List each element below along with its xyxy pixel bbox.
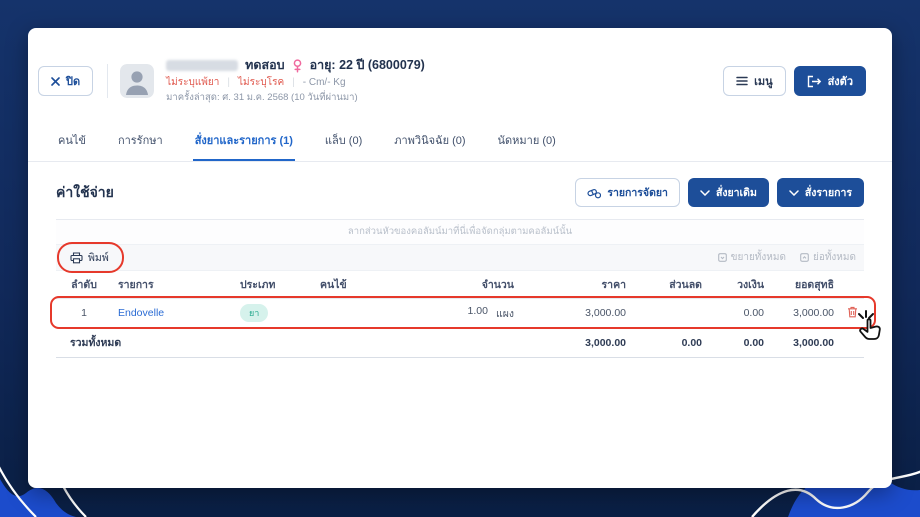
table-header-row: ลำดับ รายการ ประเภท คนไข้ จำนวน ราคา ส่ว… xyxy=(56,271,864,299)
type-badge: ยา xyxy=(240,304,269,322)
patient-name: ทดสอบ xyxy=(245,58,285,72)
cell-qty: 1.00 xyxy=(467,304,488,317)
person-icon xyxy=(120,64,155,98)
cell-credit: 0.00 xyxy=(743,307,764,319)
patient-info: ทดสอบ อายุ: 22 ปี (6800079) ไม่ระบุแพ้ยา… xyxy=(166,58,425,104)
delete-button[interactable] xyxy=(847,306,858,318)
menu-button[interactable]: เมนู xyxy=(723,66,786,96)
close-label: ปิด xyxy=(66,76,81,88)
cell-price: 3,000.00 xyxy=(585,307,626,319)
footer-discount: 0.00 xyxy=(681,336,702,349)
body-metrics: - Cm/- Kg xyxy=(302,76,346,88)
patient-age-id: อายุ: 22 ปี (6800079) xyxy=(309,58,425,72)
printer-icon xyxy=(70,251,83,263)
avatar xyxy=(120,64,155,98)
table-toolbar: พิมพ์ ขยายทั้งหมด ย่อทั้งหมด xyxy=(56,242,864,273)
collapse-all-label: ย่อทั้งหมด xyxy=(812,252,856,263)
tab-treatment[interactable]: การรักษา xyxy=(116,122,165,161)
collapse-all-link[interactable]: ย่อทั้งหมด xyxy=(800,250,856,265)
transfer-icon xyxy=(807,75,821,87)
group-panel-hint: ลากส่วนหัวของคอลัมน์มาที่นี่เพื่อจัดกลุ่… xyxy=(56,220,864,245)
col-type[interactable]: ประเภท xyxy=(234,271,314,298)
col-item[interactable]: รายการ xyxy=(112,271,234,298)
expand-all-label: ขยายทั้งหมด xyxy=(730,252,786,263)
cell-seq: 1 xyxy=(81,307,87,319)
tab-orders[interactable]: สั่งยาและรายการ (1) xyxy=(192,122,295,161)
footer-price: 3,000.00 xyxy=(585,336,626,349)
new-order-label: สั่งรายการ xyxy=(804,187,852,199)
separator: | xyxy=(292,76,295,88)
previous-order-button[interactable]: สั่งยาเดิม xyxy=(687,178,769,207)
print-button[interactable]: พิมพ์ xyxy=(57,242,124,273)
item-link[interactable]: Endovelle xyxy=(118,307,164,319)
separator: | xyxy=(227,76,230,88)
billing-table: ลากส่วนหัวของคอลัมน์มาที่นี่เพื่อจัดกลุ่… xyxy=(50,219,881,358)
cell-net: 3,000.00 xyxy=(793,307,834,319)
footer-net: 3,000.00 xyxy=(793,336,834,349)
col-actions xyxy=(840,280,864,290)
tab-patient[interactable]: คนไข้ xyxy=(56,122,88,161)
col-credit[interactable]: วงเงิน xyxy=(708,271,770,298)
col-seq[interactable]: ลำดับ xyxy=(56,271,112,298)
expand-all-link[interactable]: ขยายทั้งหมด xyxy=(717,250,786,265)
menu-label: เมนู xyxy=(754,76,773,88)
col-discount[interactable]: ส่วนลด xyxy=(632,271,708,298)
cell-patient xyxy=(314,308,410,318)
dispense-list-button[interactable]: รายการจัดยา xyxy=(575,178,680,207)
patient-header: ปิด ทดสอบ อายุ: 22 ปี (6800079) ไม่ระบุแ xyxy=(28,28,892,112)
disease-status: ไม่ระบุโรค xyxy=(237,76,285,88)
col-patient[interactable]: คนไข้ xyxy=(314,271,410,298)
patient-record-card: ปิด ทดสอบ อายุ: 22 ปี (6800079) ไม่ระบุแ xyxy=(28,28,892,488)
pills-icon xyxy=(587,189,602,199)
hamburger-icon xyxy=(736,76,748,86)
last-visit: มาครั้งล่าสุด: ศ. 31 ม.ค. 2568 (10 วันที… xyxy=(166,92,358,104)
col-net[interactable]: ยอดสุทธิ xyxy=(770,271,840,298)
close-icon xyxy=(51,76,60,86)
previous-order-label: สั่งยาเดิม xyxy=(715,187,757,199)
dispense-list-label: รายการจัดยา xyxy=(607,187,668,199)
transfer-label: ส่งตัว xyxy=(827,76,853,88)
page-title: ค่าใช้จ่าย xyxy=(56,183,114,200)
table-row[interactable]: 1 Endovelle ยา 1.00 แผง 3,000.00 0.00 3,… xyxy=(50,296,881,340)
tab-appointments[interactable]: นัดหมาย (0) xyxy=(496,122,558,161)
redacted-text xyxy=(166,60,239,72)
divider xyxy=(107,64,109,98)
footer-label: รวมทั้งหมด xyxy=(70,337,122,349)
cell-discount xyxy=(632,308,708,318)
col-qty[interactable]: จำนวน xyxy=(410,271,520,298)
allergy-status: ไม่ระบุแพ้ยา xyxy=(166,76,220,88)
trash-icon xyxy=(847,306,857,317)
cell-unit: แผง xyxy=(495,307,514,320)
tab-bar: คนไข้ การรักษา สั่งยาและรายการ (1) แล็บ … xyxy=(28,122,892,162)
close-button[interactable]: ปิด xyxy=(38,66,94,96)
tab-lab[interactable]: แล็บ (0) xyxy=(323,122,364,161)
expand-icon xyxy=(717,253,727,262)
chevron-down-icon xyxy=(789,189,799,196)
new-order-button[interactable]: สั่งรายการ xyxy=(776,178,864,207)
print-label: พิมพ์ xyxy=(88,252,109,264)
collapse-icon xyxy=(800,253,809,262)
footer-credit: 0.00 xyxy=(743,336,764,349)
table-footer-row: รวมทั้งหมด 3,000.00 0.00 0.00 3,000.00 xyxy=(56,327,864,357)
transfer-button[interactable]: ส่งตัว xyxy=(793,66,866,96)
chevron-down-icon xyxy=(700,189,710,196)
female-icon xyxy=(293,59,301,73)
col-price[interactable]: ราคา xyxy=(520,271,632,298)
tab-imaging[interactable]: ภาพวินิจฉัย (0) xyxy=(392,122,467,161)
